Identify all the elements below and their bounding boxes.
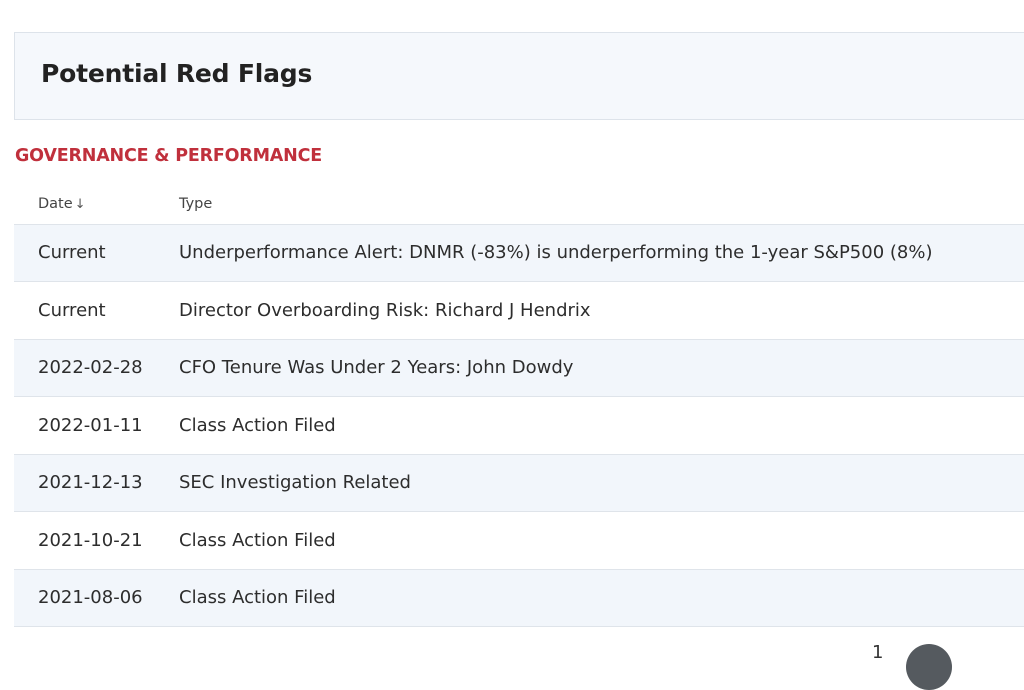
cell-type: SEC Investigation Related (179, 454, 1024, 512)
cell-date: Current (14, 224, 179, 282)
table-row[interactable]: 2022-02-28 CFO Tenure Was Under 2 Years:… (14, 339, 1024, 397)
pagination-current-page[interactable]: 1 (872, 642, 883, 663)
cell-date: 2022-01-11 (14, 396, 179, 455)
cell-type: Director Overboarding Risk: Richard J He… (179, 281, 1024, 340)
cell-type: Class Action Filed (179, 396, 1024, 455)
cell-date: 2021-10-21 (14, 511, 179, 570)
column-header-type[interactable]: Type (179, 184, 1024, 225)
table-header-row: Date ↓ Type (14, 184, 1024, 225)
table-row[interactable]: 2022-01-11 Class Action Filed (14, 396, 1024, 455)
cell-type: Class Action Filed (179, 569, 1024, 627)
table-row[interactable]: 2021-10-21 Class Action Filed (14, 511, 1024, 570)
table-row[interactable]: Current Director Overboarding Risk: Rich… (14, 281, 1024, 340)
column-header-date[interactable]: Date ↓ (14, 184, 179, 225)
cell-date: Current (14, 281, 179, 340)
column-header-date-label: Date (38, 195, 73, 212)
cell-type: Underperformance Alert: DNMR (-83%) is u… (179, 224, 1024, 282)
cell-date: 2021-08-06 (14, 569, 179, 627)
table-row[interactable]: 2021-12-13 SEC Investigation Related (14, 454, 1024, 512)
panel-title: Potential Red Flags (41, 59, 313, 88)
red-flags-table: Date ↓ Type Current Underperformance Aler… (14, 184, 1024, 627)
sort-descending-icon: ↓ (74, 196, 86, 212)
table-row[interactable]: 2021-08-06 Class Action Filed (14, 569, 1024, 627)
panel-header: Potential Red Flags (14, 32, 1024, 120)
cell-type: Class Action Filed (179, 511, 1024, 570)
cell-date: 2022-02-28 (14, 339, 179, 397)
cell-type: CFO Tenure Was Under 2 Years: John Dowdy (179, 339, 1024, 397)
cell-date: 2021-12-13 (14, 454, 179, 512)
table-row[interactable]: Current Underperformance Alert: DNMR (-8… (14, 224, 1024, 282)
pagination-next-button[interactable] (906, 644, 952, 690)
section-label: GOVERNANCE & PERFORMANCE (15, 146, 322, 166)
